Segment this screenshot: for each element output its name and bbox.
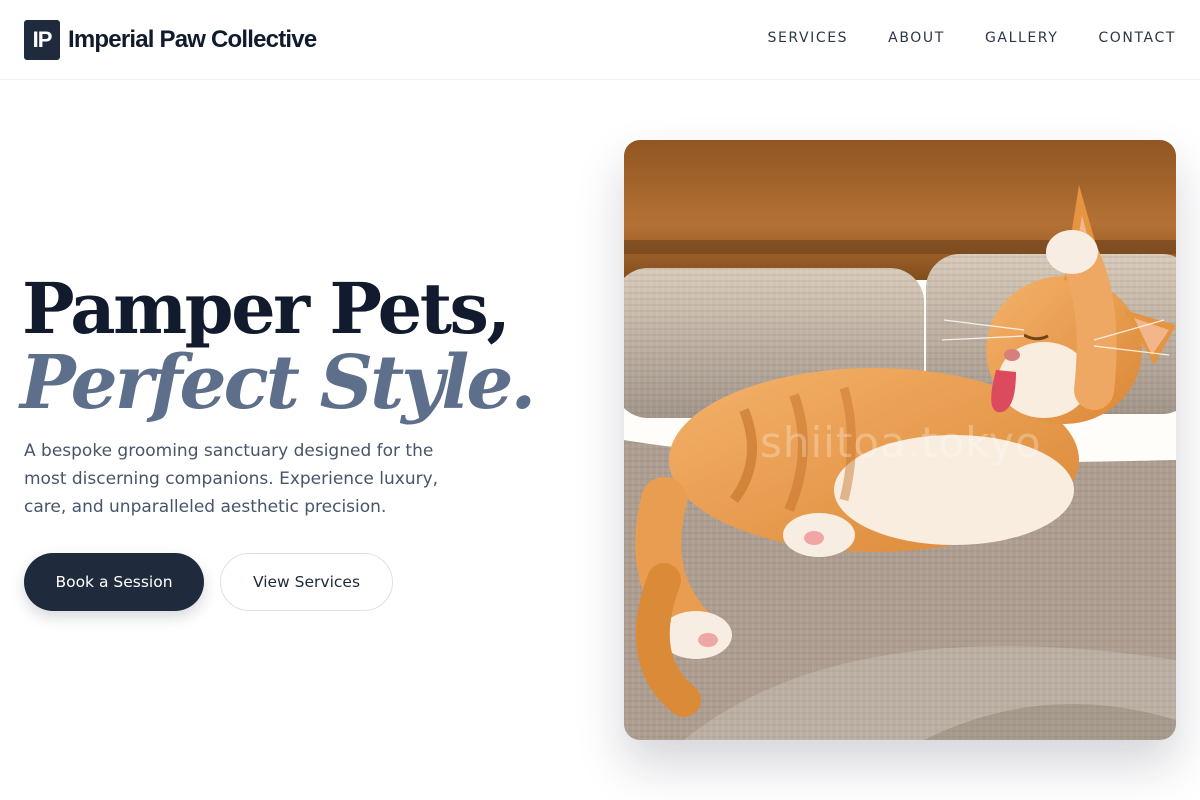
site-header: IP Imperial Paw Collective SERVICES ABOU… xyxy=(0,0,1200,80)
view-services-button[interactable]: View Services xyxy=(220,553,393,611)
hero-headline: Pamper Pets, Perfect Style. xyxy=(20,267,536,426)
nav-link-services[interactable]: SERVICES xyxy=(767,28,848,48)
logo-mark[interactable]: IP xyxy=(24,20,60,60)
hero-image: shiitoa.tokyo xyxy=(624,140,1176,740)
cat-photo xyxy=(624,140,1176,740)
hero-description: A bespoke grooming sanctuary designed fo… xyxy=(24,441,439,517)
book-session-button[interactable]: Book a Session xyxy=(24,553,204,611)
brand-name[interactable]: Imperial Paw Collective xyxy=(68,23,317,57)
nav-link-about[interactable]: ABOUT xyxy=(888,28,945,48)
nav-link-contact[interactable]: CONTACT xyxy=(1098,28,1176,48)
main-nav: SERVICES ABOUT GALLERY CONTACT xyxy=(767,28,1176,48)
hero-headline-line1: Pamper Pets, xyxy=(22,267,511,350)
nav-link-gallery[interactable]: GALLERY xyxy=(985,28,1058,48)
hero-headline-line2: Perfect Style. xyxy=(20,340,536,426)
